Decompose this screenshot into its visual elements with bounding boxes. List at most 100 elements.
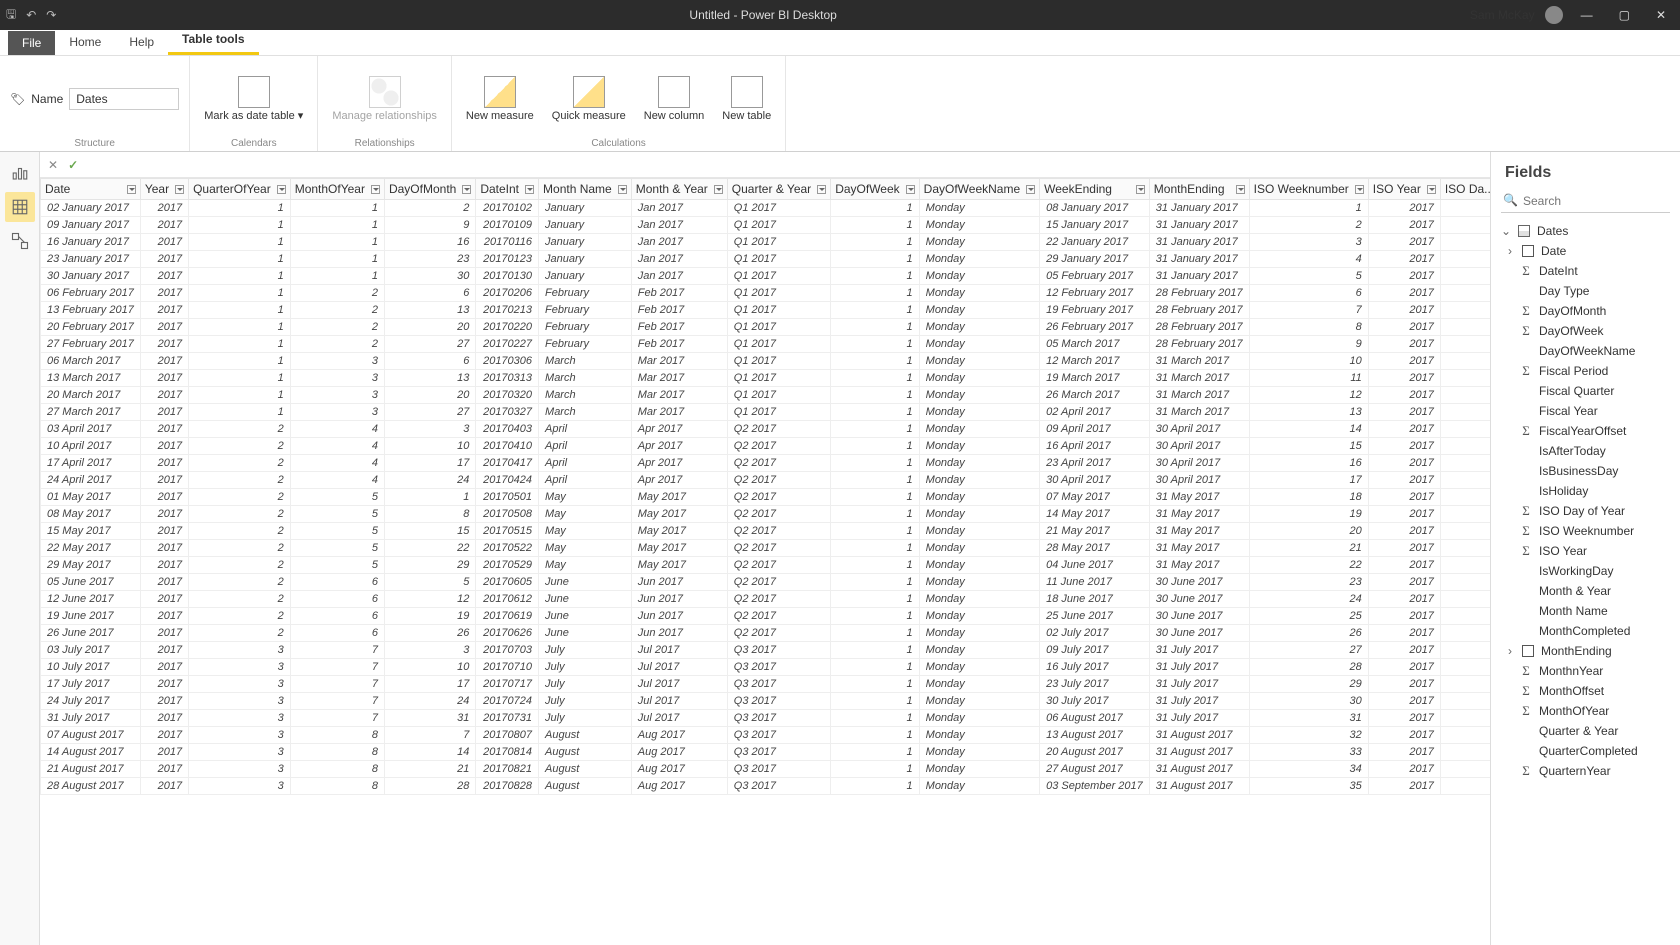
column-header[interactable]: DateInt [476,179,539,200]
cell[interactable]: July [539,676,632,693]
cell[interactable]: 2 [1249,217,1368,234]
cell[interactable]: 20170501 [476,489,539,506]
cell[interactable]: 19 [1249,506,1368,523]
cell[interactable]: Jan 2017 [631,251,727,268]
cell[interactable]: 28 August 2017 [41,778,141,795]
cell[interactable]: 2017 [1368,659,1440,676]
cell[interactable]: 21 [384,761,475,778]
cell[interactable]: 6 [384,285,475,302]
cell[interactable]: 2017 [140,455,188,472]
cell[interactable]: Monday [919,234,1039,251]
cell[interactable]: 16 January 2017 [41,234,141,251]
cell[interactable]: 20170522 [476,540,539,557]
cell[interactable]: 1 [831,693,919,710]
cell[interactable]: 6 [290,574,384,591]
column-header[interactable]: ISO Year [1368,179,1440,200]
model-view-button[interactable] [5,226,35,256]
cell[interactable]: 28 February 2017 [1149,319,1249,336]
cell[interactable]: 3 [189,727,291,744]
cell[interactable]: 31 July 2017 [1149,710,1249,727]
cell[interactable]: 4 [290,421,384,438]
cell[interactable]: 2017 [1368,251,1440,268]
cell[interactable]: 23 January 2017 [41,251,141,268]
cell[interactable]: 2017 [140,370,188,387]
cell[interactable]: 13 August 2017 [1040,727,1150,744]
cell[interactable]: 2 [189,489,291,506]
cell[interactable]: Q3 2017 [727,710,830,727]
cell[interactable]: 6 [290,591,384,608]
cell[interactable]: 2017 [1368,268,1440,285]
cell[interactable]: 30 June 2017 [1149,574,1249,591]
cell[interactable]: Q2 2017 [727,472,830,489]
cell[interactable]: 2 [189,455,291,472]
cell[interactable]: 2 [189,591,291,608]
cell[interactable]: Aug 2017 [631,761,727,778]
cell[interactable]: Monday [919,676,1039,693]
field-item[interactable]: Month & Year [1497,581,1674,601]
cell[interactable]: 3 [189,659,291,676]
cell[interactable]: Q2 2017 [727,506,830,523]
data-view-button[interactable] [5,192,35,222]
cell[interactable]: 18 June 2017 [1040,591,1150,608]
cell[interactable]: 31 May 2017 [1149,557,1249,574]
cell[interactable]: Feb 2017 [631,302,727,319]
cell[interactable]: 3 [290,370,384,387]
cell[interactable]: Monday [919,761,1039,778]
field-item[interactable]: IsWorkingDay [1497,561,1674,581]
cell[interactable]: June [539,608,632,625]
cell[interactable] [1440,200,1490,217]
cell[interactable]: 2017 [1368,353,1440,370]
cell[interactable]: 2 [290,302,384,319]
cell[interactable]: 3 [189,693,291,710]
cell[interactable]: 1 [831,472,919,489]
cell[interactable]: May 2017 [631,506,727,523]
table-row[interactable]: 31 July 20172017373120170731JulyJul 2017… [41,710,1491,727]
cell[interactable]: 2 [189,438,291,455]
fields-table-node[interactable]: ⌄Dates [1497,221,1674,241]
table-row[interactable]: 03 July 2017201737320170703JulyJul 2017Q… [41,642,1491,659]
table-row[interactable]: 21 August 20172017382120170821AugustAug … [41,761,1491,778]
cell[interactable]: Monday [919,710,1039,727]
table-row[interactable]: 02 January 2017201711220170102JanuaryJan… [41,200,1491,217]
cell[interactable]: Monday [919,319,1039,336]
cell[interactable]: January [539,251,632,268]
cell[interactable]: 2017 [1368,421,1440,438]
cell[interactable]: 20170710 [476,659,539,676]
cell[interactable]: 16 April 2017 [1040,438,1150,455]
cell[interactable]: 1 [831,710,919,727]
field-item[interactable]: ΣISO Weeknumber [1497,521,1674,541]
cell[interactable]: 27 [384,336,475,353]
cell[interactable]: 15 [1249,438,1368,455]
cell[interactable]: 2017 [1368,200,1440,217]
cell[interactable]: 1 [831,319,919,336]
cell[interactable]: Monday [919,370,1039,387]
cell[interactable]: 07 May 2017 [1040,489,1150,506]
cell[interactable]: Q2 2017 [727,523,830,540]
cell[interactable]: 2017 [1368,455,1440,472]
cell[interactable]: May [539,557,632,574]
filter-dropdown-icon[interactable] [1026,185,1035,194]
cell[interactable]: 2017 [140,404,188,421]
cell[interactable]: 1 [831,642,919,659]
cell[interactable] [1440,472,1490,489]
cell[interactable]: 2017 [1368,591,1440,608]
cell[interactable]: 1 [189,353,291,370]
cell[interactable]: 2017 [140,234,188,251]
cell[interactable]: Monday [919,557,1039,574]
cell[interactable]: 31 July 2017 [41,710,141,727]
cell[interactable]: 2017 [1368,217,1440,234]
cell[interactable]: 2017 [140,591,188,608]
new-measure-button[interactable]: New measure [462,74,538,124]
cell[interactable]: 2 [189,557,291,574]
cell[interactable]: 7 [290,642,384,659]
tab-home[interactable]: Home [55,29,115,55]
cell[interactable]: Q1 2017 [727,285,830,302]
cell[interactable]: Q2 2017 [727,574,830,591]
cell[interactable]: Jul 2017 [631,659,727,676]
cell[interactable]: Jun 2017 [631,574,727,591]
cell[interactable]: 2017 [1368,778,1440,795]
cell[interactable]: 9 [384,217,475,234]
cell[interactable]: 24 [1249,591,1368,608]
cell[interactable]: 2017 [140,319,188,336]
cell[interactable]: Q1 2017 [727,370,830,387]
